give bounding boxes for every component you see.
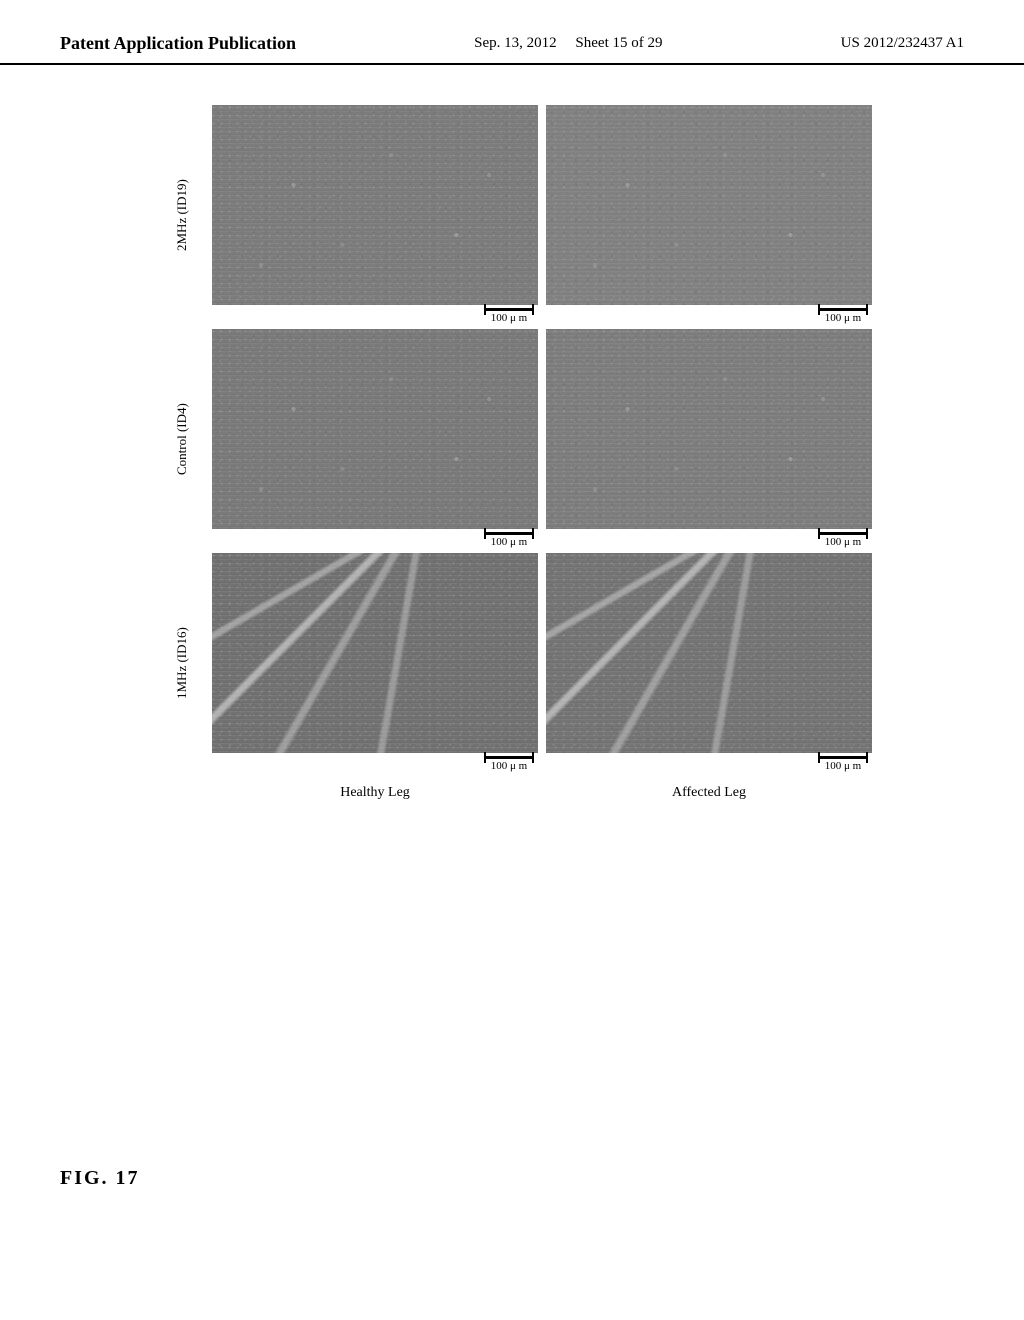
row-label-1mhz: 1MHz (ID16) [152, 553, 212, 773]
col-label-healthy: Healthy Leg [212, 785, 538, 801]
main-content: 2MHz (ID19) 100 μ m [0, 65, 1024, 801]
images-pair-row2: 100 μ m 100 μ m [212, 329, 872, 549]
row-label-control: Control (ID4) [152, 329, 212, 549]
scale-bar-line-r1-right [818, 308, 868, 311]
row-control: Control (ID4) 100 μ m [152, 329, 872, 549]
scale-bar-r1-left: 100 μ m [484, 308, 534, 324]
microscope-image-r1-left [212, 105, 538, 305]
image-cell-r3-left: 100 μ m [212, 553, 538, 773]
scale-bar-container-r3-left: 100 μ m [212, 753, 538, 773]
row-1mhz: 1MHz (ID16) 100 μ m [152, 553, 872, 773]
scale-bar-r2-left: 100 μ m [484, 532, 534, 548]
microscope-image-r1-right [546, 105, 872, 305]
header-center: Sep. 13, 2012 Sheet 15 of 29 [474, 32, 662, 55]
col-labels-pair: Healthy Leg Affected Leg [212, 785, 872, 801]
col-label-affected: Affected Leg [546, 785, 872, 801]
image-cell-r1-left: 100 μ m [212, 105, 538, 325]
microscope-image-r3-left [212, 553, 538, 753]
scale-bar-container-r3-right: 100 μ m [546, 753, 872, 773]
scale-bar-container-r1-left: 100 μ m [212, 305, 538, 325]
microscope-image-r2-left [212, 329, 538, 529]
page-header: Patent Application Publication Sep. 13, … [0, 0, 1024, 65]
image-cell-r2-left: 100 μ m [212, 329, 538, 549]
scale-bar-text-r1-left: 100 μ m [491, 312, 527, 324]
figure-container: 2MHz (ID19) 100 μ m [152, 105, 872, 801]
publication-date: Sep. 13, 2012 [474, 35, 557, 51]
images-pair-row1: 100 μ m 100 μ m [212, 105, 872, 325]
scale-bar-text-r1-right: 100 μ m [825, 312, 861, 324]
publication-title: Patent Application Publication [60, 32, 296, 55]
scale-bar-r2-right: 100 μ m [818, 532, 868, 548]
scale-bar-line-r2-right [818, 532, 868, 535]
column-labels: Healthy Leg Affected Leg [152, 785, 872, 801]
scale-bar-r3-right: 100 μ m [818, 756, 868, 772]
figure-title-container: FIG. 17 [60, 1167, 140, 1190]
scale-bar-text-r2-left: 100 μ m [491, 536, 527, 548]
scale-bar-r3-left: 100 μ m [484, 756, 534, 772]
row-label-2mhz: 2MHz (ID19) [152, 105, 212, 325]
microscope-image-r3-right [546, 553, 872, 753]
scale-bar-line-r1-left [484, 308, 534, 311]
scale-bar-line-r3-right [818, 756, 868, 759]
figure-title-line1: FIG. 17 [60, 1167, 140, 1190]
scale-bar-text-r3-left: 100 μ m [491, 760, 527, 772]
microscope-image-r2-right [546, 329, 872, 529]
images-pair-row3: 100 μ m 100 μ m [212, 553, 872, 773]
patent-number: US 2012/232437 A1 [841, 32, 964, 55]
sheet-number: Sheet 15 of 29 [575, 35, 662, 51]
scale-bar-container-r2-right: 100 μ m [546, 529, 872, 549]
scale-bar-container-r2-left: 100 μ m [212, 529, 538, 549]
scale-bar-container-r1-right: 100 μ m [546, 305, 872, 325]
image-cell-r1-right: 100 μ m [546, 105, 872, 325]
scale-bar-r1-right: 100 μ m [818, 308, 868, 324]
scale-bar-text-r3-right: 100 μ m [825, 760, 861, 772]
row-2mhz: 2MHz (ID19) 100 μ m [152, 105, 872, 325]
image-cell-r2-right: 100 μ m [546, 329, 872, 549]
image-cell-r3-right: 100 μ m [546, 553, 872, 773]
scale-bar-line-r2-left [484, 532, 534, 535]
scale-bar-line-r3-left [484, 756, 534, 759]
scale-bar-text-r2-right: 100 μ m [825, 536, 861, 548]
